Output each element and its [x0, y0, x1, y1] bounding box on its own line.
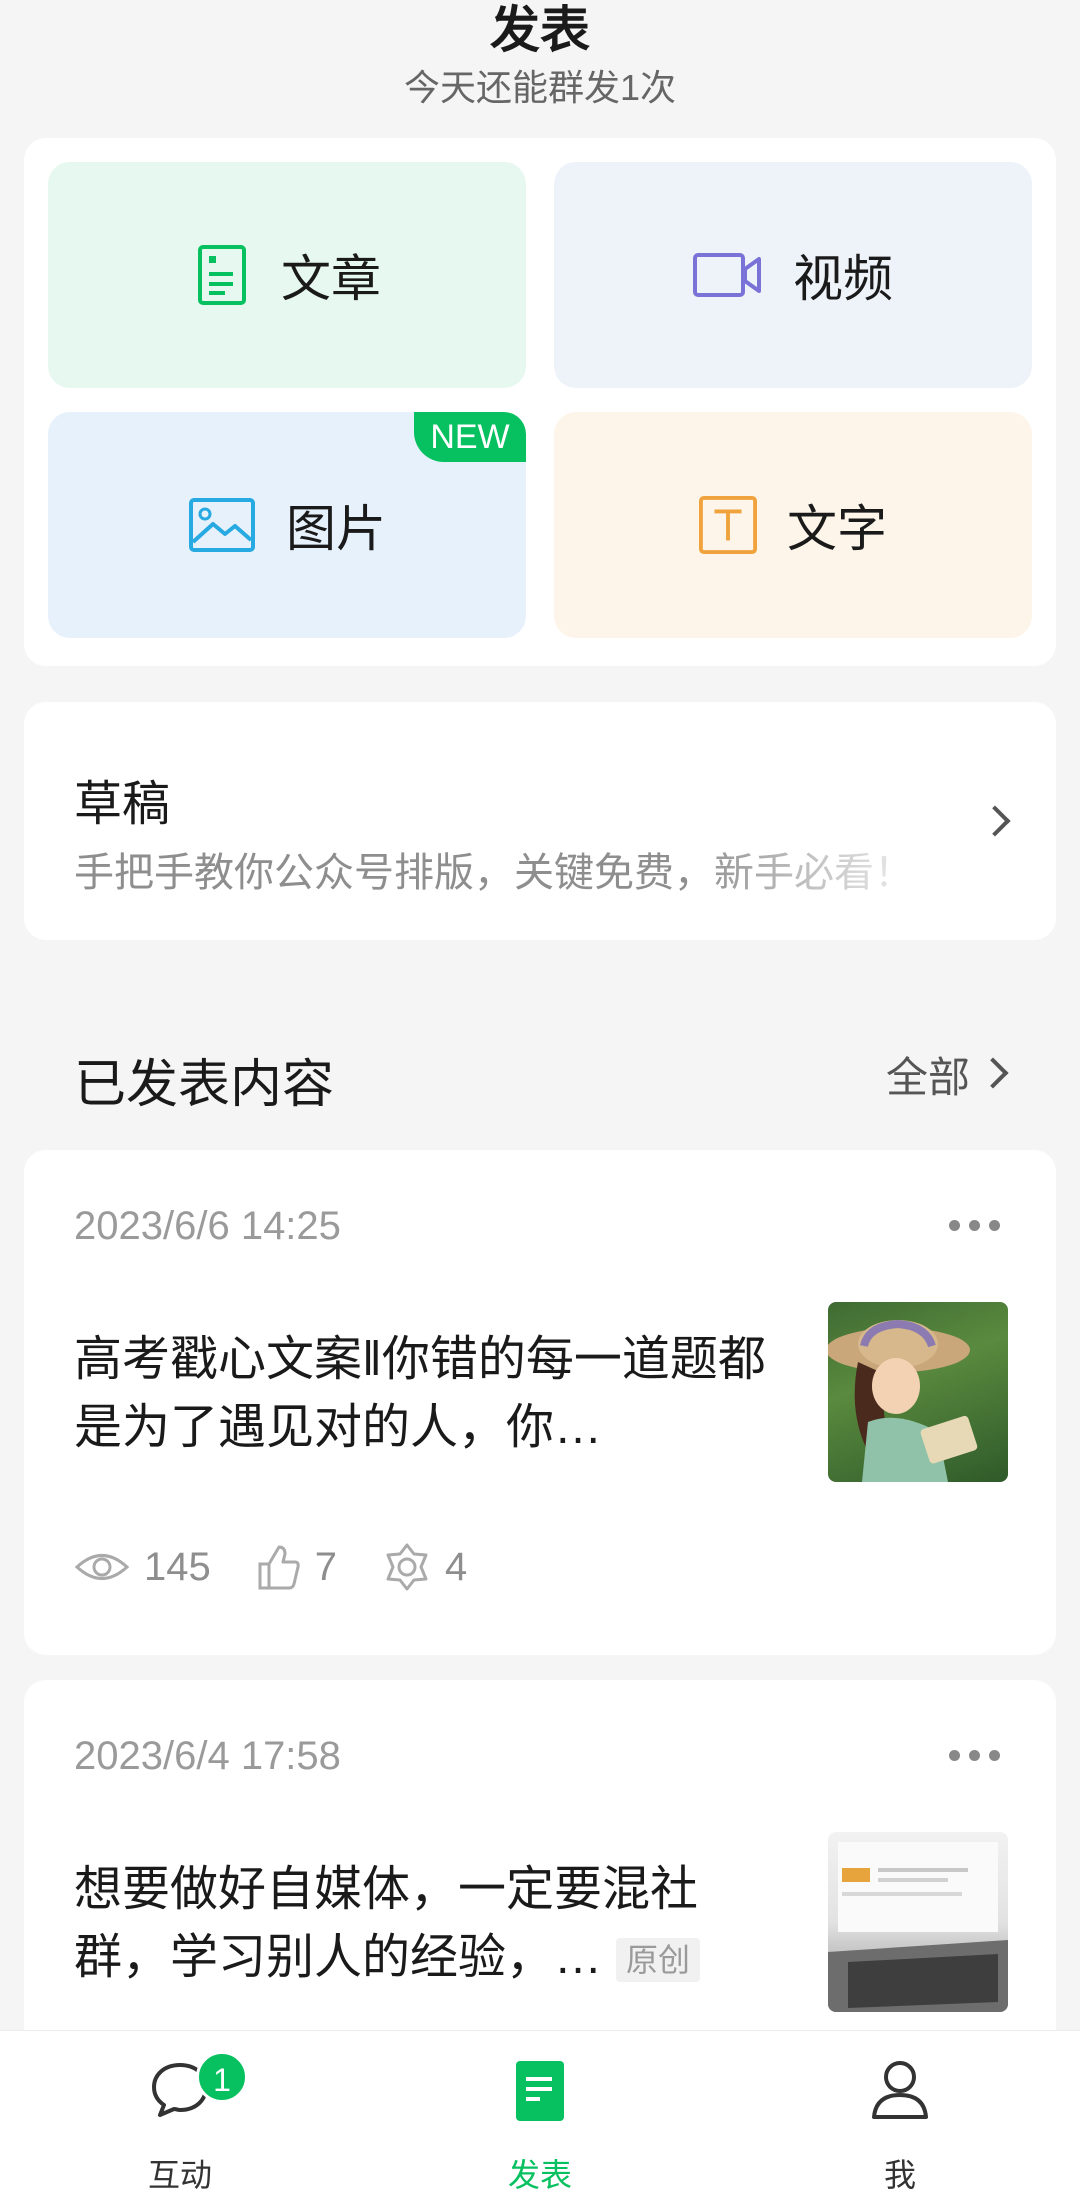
publish-options-card: 文章 视频 NEW 图片 文字 [24, 138, 1056, 666]
page-title: 发表 [490, 2, 590, 58]
post-title: 高考戳心文案‖你错的每一道题都是为了遇见对的人，你… [74, 1333, 766, 1454]
chevron-right-icon [979, 805, 1011, 837]
share-icon [386, 1543, 428, 1591]
original-tag: 原创 [616, 1938, 701, 1983]
publish-video-label: 视频 [793, 251, 893, 307]
publish-text-button[interactable]: 文字 [554, 412, 1032, 638]
views-count: 145 [144, 1544, 211, 1589]
person-icon [870, 2059, 930, 2125]
thumbs-up-icon [258, 1545, 300, 1590]
publish-video-button[interactable]: 视频 [554, 162, 1032, 388]
document-icon [510, 2059, 570, 2125]
bottom-tab-bar: 1 互动 发表 我 [0, 2030, 1080, 2201]
see-all-link[interactable]: 全部 [886, 1044, 1010, 1105]
publish-image-button[interactable]: NEW 图片 [48, 412, 526, 638]
published-section-title: 已发表内容 [74, 1056, 335, 1114]
drafts-title: 草稿 [74, 778, 171, 831]
tab-me[interactable]: 我 [720, 2031, 1080, 2201]
video-icon [693, 244, 763, 306]
image-icon [188, 494, 256, 556]
post-thumbnail [828, 1832, 1008, 2012]
post-stats: 145 7 4 [74, 1542, 513, 1592]
tab-me-label: 我 [883, 2157, 916, 2193]
post-thumbnail [828, 1302, 1008, 1482]
drafts-description: 手把手教你公众号排版，关键免费，新手必看！ [74, 851, 914, 895]
shares-count: 4 [445, 1544, 468, 1589]
post-title: 想要做好自媒体，一定要混社群，学习别人的经验，… 原创 [74, 1856, 774, 1992]
likes-stat: 7 [257, 1544, 337, 1590]
likes-count: 7 [314, 1544, 337, 1589]
tab-publish-label: 发表 [507, 2157, 572, 2193]
notification-badge: 1 [196, 2051, 248, 2103]
publish-article-button[interactable]: 文章 [48, 162, 526, 388]
post-time: 2023/6/6 14:25 [74, 1204, 341, 1248]
see-all-label: 全部 [885, 1054, 970, 1101]
chevron-right-icon [977, 1057, 1009, 1089]
publish-article-label: 文章 [281, 251, 381, 307]
tab-interactions[interactable]: 1 互动 [0, 2031, 360, 2201]
tab-publish[interactable]: 发表 [360, 2031, 720, 2201]
text-icon [699, 494, 757, 556]
tab-interactions-label: 互动 [147, 2157, 212, 2193]
shares-stat: 4 [383, 1542, 467, 1592]
publish-text-label: 文字 [787, 501, 887, 557]
drafts-entry[interactable]: 草稿 手把手教你公众号排版，关键免费，新手必看！ [24, 702, 1056, 940]
views-stat: 145 [74, 1545, 211, 1590]
new-badge: NEW [414, 412, 526, 462]
page-subtitle: 今天还能群发1次 [403, 67, 677, 108]
post-title-text: 想要做好自媒体，一定要混社群，学习别人的经验，… [74, 1863, 699, 1984]
more-options-icon[interactable] [949, 1220, 1000, 1231]
eye-icon [74, 1554, 130, 1580]
post-time: 2023/6/4 17:58 [74, 1734, 341, 1778]
article-icon [193, 244, 251, 306]
more-options-icon[interactable] [949, 1750, 1000, 1761]
publish-image-label: 图片 [286, 501, 386, 557]
published-post[interactable]: 2023/6/6 14:25 高考戳心文案‖你错的每一道题都是为了遇见对的人，你… [24, 1150, 1056, 1655]
